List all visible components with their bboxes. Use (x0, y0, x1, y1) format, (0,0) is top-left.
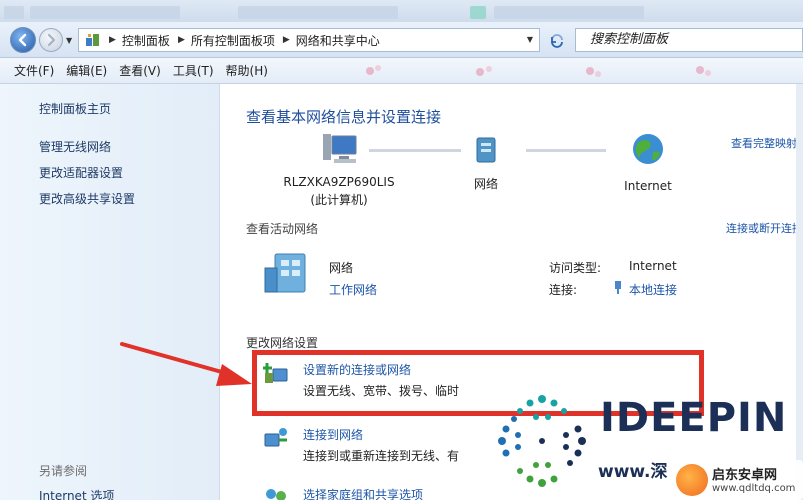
menu-view[interactable]: 查看(V) (119, 62, 161, 79)
connect-network-icon (264, 428, 287, 447)
globe-icon (633, 134, 663, 164)
site-url-text: www.qdltdq.com (712, 483, 796, 494)
tab-ghost (238, 6, 398, 19)
network-label: 网络 (473, 177, 498, 191)
menu-tools[interactable]: 工具(T) (173, 62, 214, 79)
menu-file[interactable]: 文件(F) (14, 62, 54, 79)
tab-ghost-icon (470, 6, 486, 19)
address-field[interactable]: ▶ 控制面板 ▶ 所有控制面板项 ▶ 网络和共享中心 ▼ (78, 28, 540, 52)
forward-button[interactable] (39, 28, 63, 52)
arrow-right-icon (47, 33, 56, 47)
connect-to-network-link[interactable]: 连接到网络 (303, 426, 363, 443)
sidebar-item-adapter-settings[interactable]: 更改适配器设置 (39, 164, 123, 181)
internet-label: Internet (624, 179, 672, 193)
view-full-map-link[interactable]: 查看完整映射 (731, 135, 797, 151)
active-network-name: 网络 (329, 261, 354, 275)
breadcrumb-separator-icon[interactable]: ▶ (283, 35, 290, 45)
sidebar-item-control-panel-home[interactable]: 控制面板主页 (39, 100, 111, 117)
search-input[interactable]: 搜索控制面板 (575, 28, 803, 52)
tab-ghost (494, 6, 644, 19)
work-network-icon (264, 253, 306, 293)
recent-pages-dropdown[interactable]: ▼ (66, 36, 72, 45)
control-panel-icon (86, 34, 99, 46)
refresh-icon[interactable] (548, 32, 566, 50)
address-history-dropdown[interactable]: ▼ (527, 35, 533, 44)
connect-to-network-desc: 连接到或重新连接到无线、有 (303, 449, 460, 463)
menu-bar: 文件(F) 编辑(E) 查看(V) 工具(T) 帮助(H) (0, 58, 803, 84)
breadcrumb-separator-icon[interactable]: ▶ (109, 35, 116, 45)
breadcrumb-network-center[interactable]: 网络和共享中心 (296, 32, 380, 49)
ideepin-brand-text: IDEEPIN (600, 395, 788, 441)
connections-label: 连接: (549, 283, 578, 297)
section-title-active-networks: 查看活动网络 (246, 222, 319, 236)
homegroup-options-link[interactable]: 选择家庭组和共享选项 (303, 486, 423, 500)
homegroup-icon (266, 489, 286, 500)
computer-name-label: RLZXKA9ZP690LIS (283, 175, 395, 189)
site-watermark-badge: 启东安卓网 www.qdltdq.com (672, 460, 803, 500)
breadcrumb-control-panel[interactable]: 控制面板 (122, 32, 170, 49)
menu-edit[interactable]: 编辑(E) (66, 62, 107, 79)
task-pane: 控制面板主页 管理无线网络 更改适配器设置 更改高级共享设置 另请参阅 Inte… (0, 84, 220, 500)
ideepin-url-text: www.深 (598, 462, 668, 482)
annotation-arrow-icon (120, 342, 252, 386)
ethernet-icon (615, 281, 621, 294)
map-connector (369, 149, 461, 152)
map-connector (526, 149, 606, 152)
ideepin-logo-icon (498, 395, 586, 487)
address-toolbar: ▼ ▶ 控制面板 ▶ 所有控制面板项 ▶ 网络和共享中心 ▼ 搜索控制面板 (0, 22, 803, 58)
see-also-heading: 另请参阅 (39, 464, 88, 478)
browser-tab-strip (0, 0, 803, 22)
tab-ghost-icon (4, 6, 24, 19)
menu-help[interactable]: 帮助(H) (226, 62, 268, 79)
sidebar-item-manage-wireless[interactable]: 管理无线网络 (39, 138, 111, 155)
network-type-link[interactable]: 工作网络 (329, 281, 377, 298)
computer-sub-label: (此计算机) (310, 193, 368, 207)
map-node-computer[interactable]: RLZXKA9ZP690LIS (此计算机) (269, 132, 409, 208)
sidebar-item-advanced-sharing[interactable]: 更改高级共享设置 (39, 190, 135, 207)
breadcrumb-separator-icon[interactable]: ▶ (178, 35, 185, 45)
network-icon (476, 137, 496, 163)
sidebar-item-internet-options[interactable]: Internet 选项 (39, 487, 114, 500)
local-connection-link[interactable]: 本地连接 (629, 281, 677, 298)
breadcrumb-all-items[interactable]: 所有控制面板项 (191, 32, 275, 49)
arrow-left-icon (18, 33, 27, 47)
site-name-text: 启东安卓网 (712, 468, 778, 483)
back-button[interactable] (10, 27, 36, 53)
map-node-network[interactable]: 网络 (461, 136, 511, 192)
page-title: 查看基本网络信息并设置连接 (246, 108, 442, 126)
map-node-internet[interactable]: Internet (613, 132, 683, 193)
site-logo-icon (676, 464, 708, 496)
tab-ghost (30, 6, 180, 19)
access-type-label: 访问类型: (549, 261, 602, 275)
connect-disconnect-link[interactable]: 连接或断开连接 (726, 220, 803, 236)
computer-icon (323, 134, 357, 163)
access-type-value: Internet (629, 259, 677, 273)
